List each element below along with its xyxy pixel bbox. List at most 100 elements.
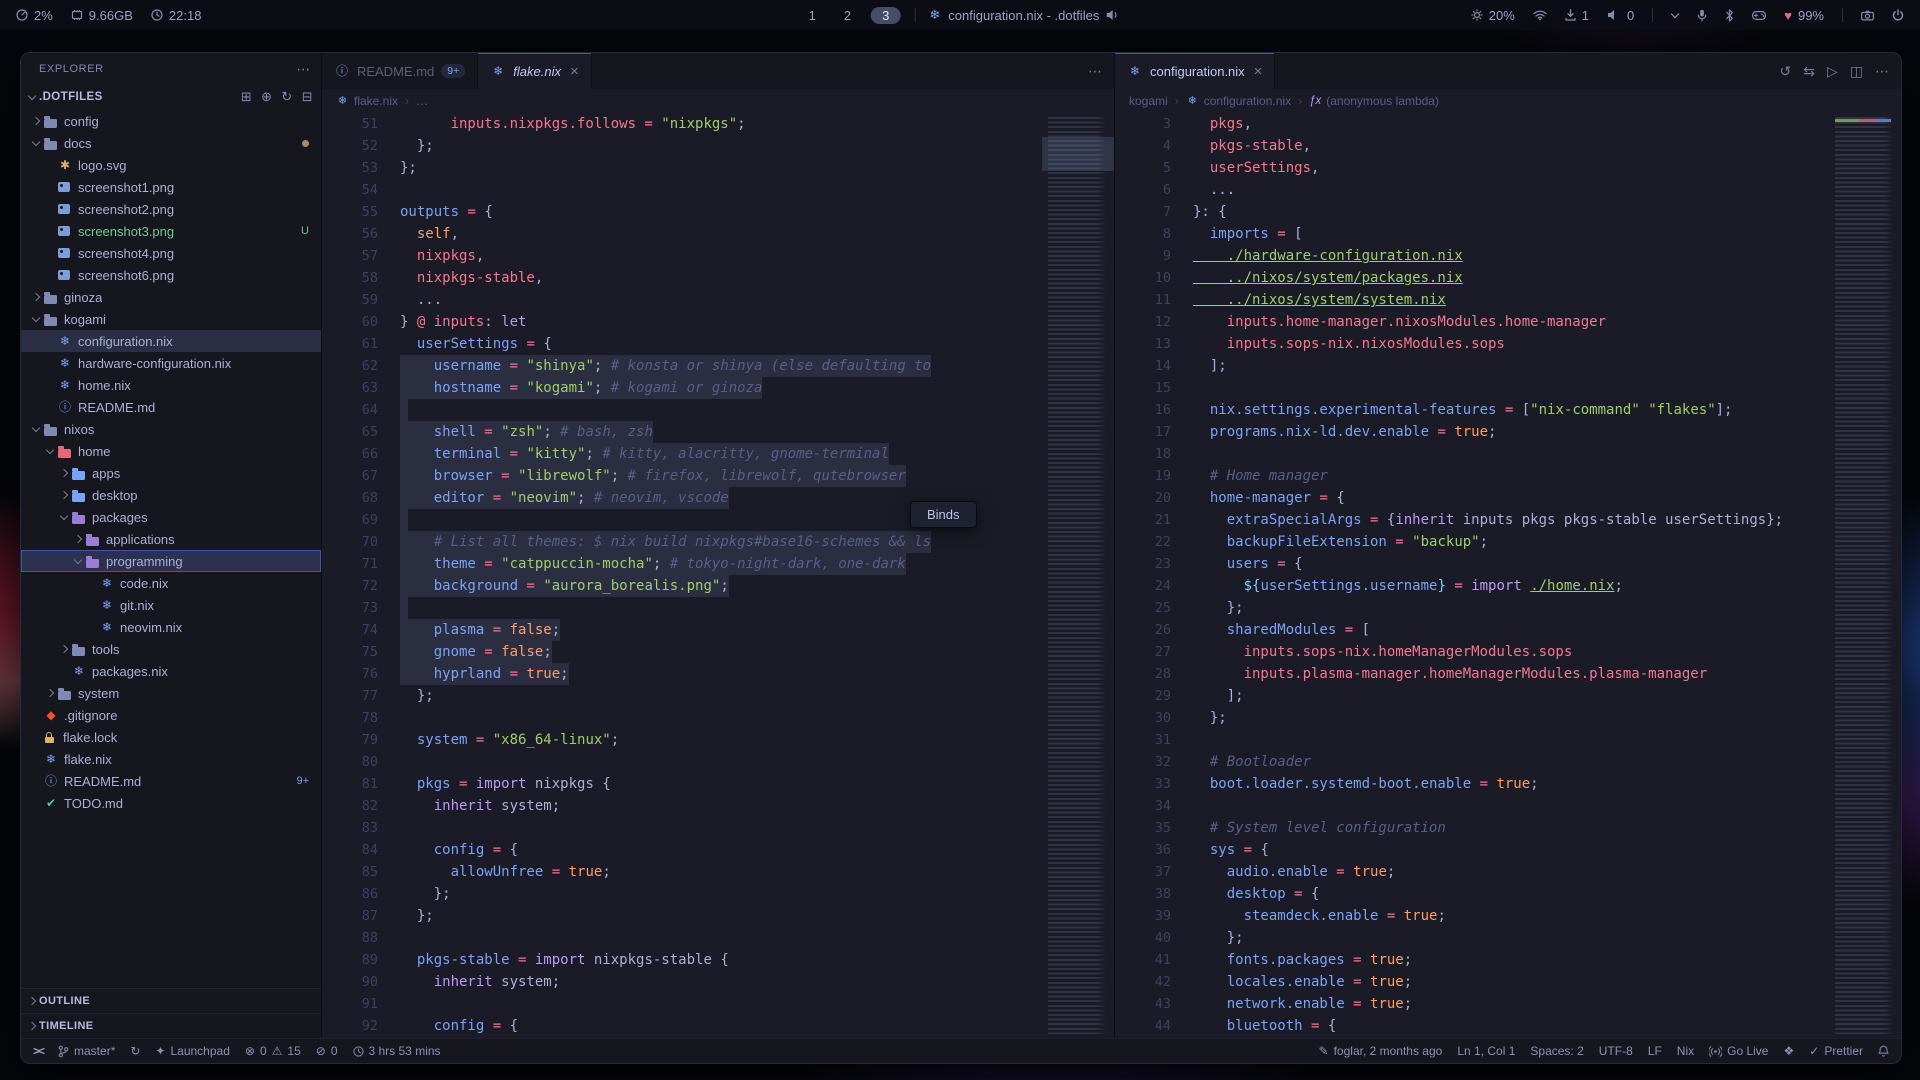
code-line[interactable]: 81 pkgs = import nixpkgs { bbox=[322, 773, 1042, 795]
git-blame-item[interactable]: ✎ foglar, 2 months ago bbox=[1319, 1044, 1443, 1058]
code-line[interactable]: 78 bbox=[322, 707, 1042, 729]
tree-folder-home[interactable]: home bbox=[21, 440, 321, 462]
tab-configuration.nix[interactable]: ❄configuration.nix× bbox=[1115, 53, 1275, 89]
code-line[interactable]: 44 bluetooth = { bbox=[1115, 1015, 1829, 1037]
code-line[interactable]: 21 extraSpecialArgs = {inherit inputs pk… bbox=[1115, 509, 1829, 531]
code-line[interactable]: 34 bbox=[1115, 795, 1829, 817]
chevron-down-icon[interactable] bbox=[29, 136, 43, 150]
time-tracker-item[interactable]: 3 hrs 53 mins bbox=[353, 1044, 441, 1058]
code-line[interactable]: 3 pkgs, bbox=[1115, 113, 1829, 135]
code-line[interactable]: 54 bbox=[322, 179, 1042, 201]
tree-folder-docs[interactable]: docs bbox=[21, 132, 321, 154]
close-tab-icon[interactable]: × bbox=[570, 63, 579, 80]
notifications-bell-icon[interactable] bbox=[1878, 1045, 1889, 1057]
code-line[interactable]: 13 inputs.sops-nix.nixosModules.sops bbox=[1115, 333, 1829, 355]
code-line[interactable]: 6 ... bbox=[1115, 179, 1829, 201]
controller-indicator[interactable] bbox=[1752, 11, 1766, 20]
code-line[interactable]: 18 bbox=[1115, 443, 1829, 465]
code-line[interactable]: 90 inherit system; bbox=[322, 971, 1042, 993]
breadcrumb-item[interactable]: ❄configuration.nix bbox=[1186, 93, 1291, 109]
tree-folder-system[interactable]: system bbox=[21, 682, 321, 704]
code-line[interactable]: 85 allowUnfree = true; bbox=[322, 861, 1042, 883]
code-line[interactable]: 22 backupFileExtension = "backup"; bbox=[1115, 531, 1829, 553]
code-line[interactable]: 58 nixpkgs-stable, bbox=[322, 267, 1042, 289]
code-line[interactable]: 32 # Bootloader bbox=[1115, 751, 1829, 773]
code-line[interactable]: 7}: { bbox=[1115, 201, 1829, 223]
chevron-right-icon[interactable] bbox=[57, 488, 71, 502]
chevron-right-icon[interactable] bbox=[71, 532, 85, 546]
tree-file-configuration.nix[interactable]: ❄configuration.nix bbox=[21, 330, 321, 352]
power-button[interactable] bbox=[1892, 9, 1904, 21]
more-actions-icon[interactable]: ⋯ bbox=[1088, 63, 1102, 80]
tree-folder-apps[interactable]: apps bbox=[21, 462, 321, 484]
more-actions-icon[interactable]: ⋯ bbox=[296, 61, 311, 78]
code-line[interactable]: 60} @ inputs: let bbox=[322, 311, 1042, 333]
code-line[interactable]: 16 nix.settings.experimental-features = … bbox=[1115, 399, 1829, 421]
tree-folder-programming[interactable]: programming bbox=[21, 550, 321, 572]
chevron-right-icon[interactable] bbox=[57, 642, 71, 656]
tree-file-README.md[interactable]: ⓘREADME.md bbox=[21, 396, 321, 418]
editor-flake-nix[interactable]: 51 inputs.nixpkgs.follows = "nixpkgs";52… bbox=[322, 113, 1114, 1038]
cursor-position[interactable]: Ln 1, Col 1 bbox=[1457, 1044, 1515, 1058]
tree-file-flake.nix[interactable]: ❄flake.nix bbox=[21, 748, 321, 770]
tree-folder-kogami[interactable]: kogami bbox=[21, 308, 321, 330]
tree-file-.gitignore[interactable]: ◆.gitignore bbox=[21, 704, 321, 726]
ports-item[interactable]: ⊘0 bbox=[316, 1044, 338, 1058]
tree-file-screenshot2.png[interactable]: screenshot2.png bbox=[21, 198, 321, 220]
code-line[interactable]: 62 username = "shinya"; # konsta or shin… bbox=[322, 355, 1042, 377]
code-line[interactable]: 75 gnome = false; bbox=[322, 641, 1042, 663]
code-line[interactable]: 5 userSettings, bbox=[1115, 157, 1829, 179]
code-line[interactable]: 11 ../nixos/system/system.nix bbox=[1115, 289, 1829, 311]
tab-flake.nix[interactable]: ❄flake.nix× bbox=[478, 53, 591, 89]
launchpad-item[interactable]: ✦ Launchpad bbox=[155, 1044, 229, 1058]
code-line[interactable]: 14 ]; bbox=[1115, 355, 1829, 377]
refresh-icon[interactable]: ↻ bbox=[281, 89, 292, 105]
code-line[interactable]: 25 }; bbox=[1115, 597, 1829, 619]
chevron-down-icon[interactable] bbox=[29, 312, 43, 326]
breadcrumb-item[interactable]: … bbox=[416, 94, 428, 108]
code-line[interactable]: 9 ./hardware-configuration.nix bbox=[1115, 245, 1829, 267]
new-folder-icon[interactable]: ⊕ bbox=[261, 89, 272, 105]
code-line[interactable]: 15 bbox=[1115, 377, 1829, 399]
chevron-down-icon[interactable] bbox=[43, 444, 57, 458]
code-line[interactable]: 4 pkgs-stable, bbox=[1115, 135, 1829, 157]
eol-item[interactable]: LF bbox=[1648, 1044, 1662, 1058]
code-line[interactable]: 39 steamdeck.enable = true; bbox=[1115, 905, 1829, 927]
code-line[interactable]: 84 config = { bbox=[322, 839, 1042, 861]
code-line[interactable]: 53}; bbox=[322, 157, 1042, 179]
tree-folder-nixos[interactable]: nixos bbox=[21, 418, 321, 440]
code-line[interactable]: 45 enable = true; bbox=[1115, 1037, 1829, 1038]
code-line[interactable]: 43 network.enable = true; bbox=[1115, 993, 1829, 1015]
indentation-item[interactable]: Spaces: 2 bbox=[1530, 1044, 1583, 1058]
tree-file-home.nix[interactable]: ❄home.nix bbox=[21, 374, 321, 396]
code-line[interactable]: 64 bbox=[322, 399, 1042, 421]
code-line[interactable]: 24 ${userSettings.username} = import ./h… bbox=[1115, 575, 1829, 597]
tree-file-flake.lock[interactable]: flake.lock bbox=[21, 726, 321, 748]
volume-indicator[interactable]: 0 bbox=[1607, 8, 1634, 23]
tree-file-logo.svg[interactable]: ✱logo.svg bbox=[21, 154, 321, 176]
microphone-indicator[interactable] bbox=[1697, 9, 1707, 22]
tree-file-screenshot4.png[interactable]: screenshot4.png bbox=[21, 242, 321, 264]
code-line[interactable]: 33 boot.loader.systemd-boot.enable = tru… bbox=[1115, 773, 1829, 795]
code-line[interactable]: 86 }; bbox=[322, 883, 1042, 905]
close-tab-icon[interactable]: × bbox=[1254, 63, 1263, 80]
code-line[interactable]: 29 ]; bbox=[1115, 685, 1829, 707]
code-line[interactable]: 20 home-manager = { bbox=[1115, 487, 1829, 509]
prettier-item[interactable]: ✓ Prettier bbox=[1809, 1044, 1863, 1058]
tree-folder-config[interactable]: config bbox=[21, 110, 321, 132]
code-line[interactable]: 55outputs = { bbox=[322, 201, 1042, 223]
code-line[interactable]: 36 sys = { bbox=[1115, 839, 1829, 861]
tree-file-TODO.md[interactable]: ✔TODO.md bbox=[21, 792, 321, 814]
tree-file-hardware-configuration.nix[interactable]: ❄hardware-configuration.nix bbox=[21, 352, 321, 374]
tree-file-neovim.nix[interactable]: ❄neovim.nix bbox=[21, 616, 321, 638]
code-line[interactable]: 80 bbox=[322, 751, 1042, 773]
code-line[interactable]: 87 }; bbox=[322, 905, 1042, 927]
clock-indicator[interactable]: 22:18 bbox=[151, 8, 202, 23]
language-mode-item[interactable]: Nix bbox=[1677, 1044, 1694, 1058]
code-line[interactable]: 35 # System level configuration bbox=[1115, 817, 1829, 839]
new-file-icon[interactable]: ⊞ bbox=[241, 89, 252, 105]
chevron-down-icon[interactable] bbox=[29, 422, 43, 436]
tree-file-screenshot6.png[interactable]: screenshot6.png bbox=[21, 264, 321, 286]
code-line[interactable]: 10 ../nixos/system/packages.nix bbox=[1115, 267, 1829, 289]
code-line[interactable]: 19 # Home manager bbox=[1115, 465, 1829, 487]
